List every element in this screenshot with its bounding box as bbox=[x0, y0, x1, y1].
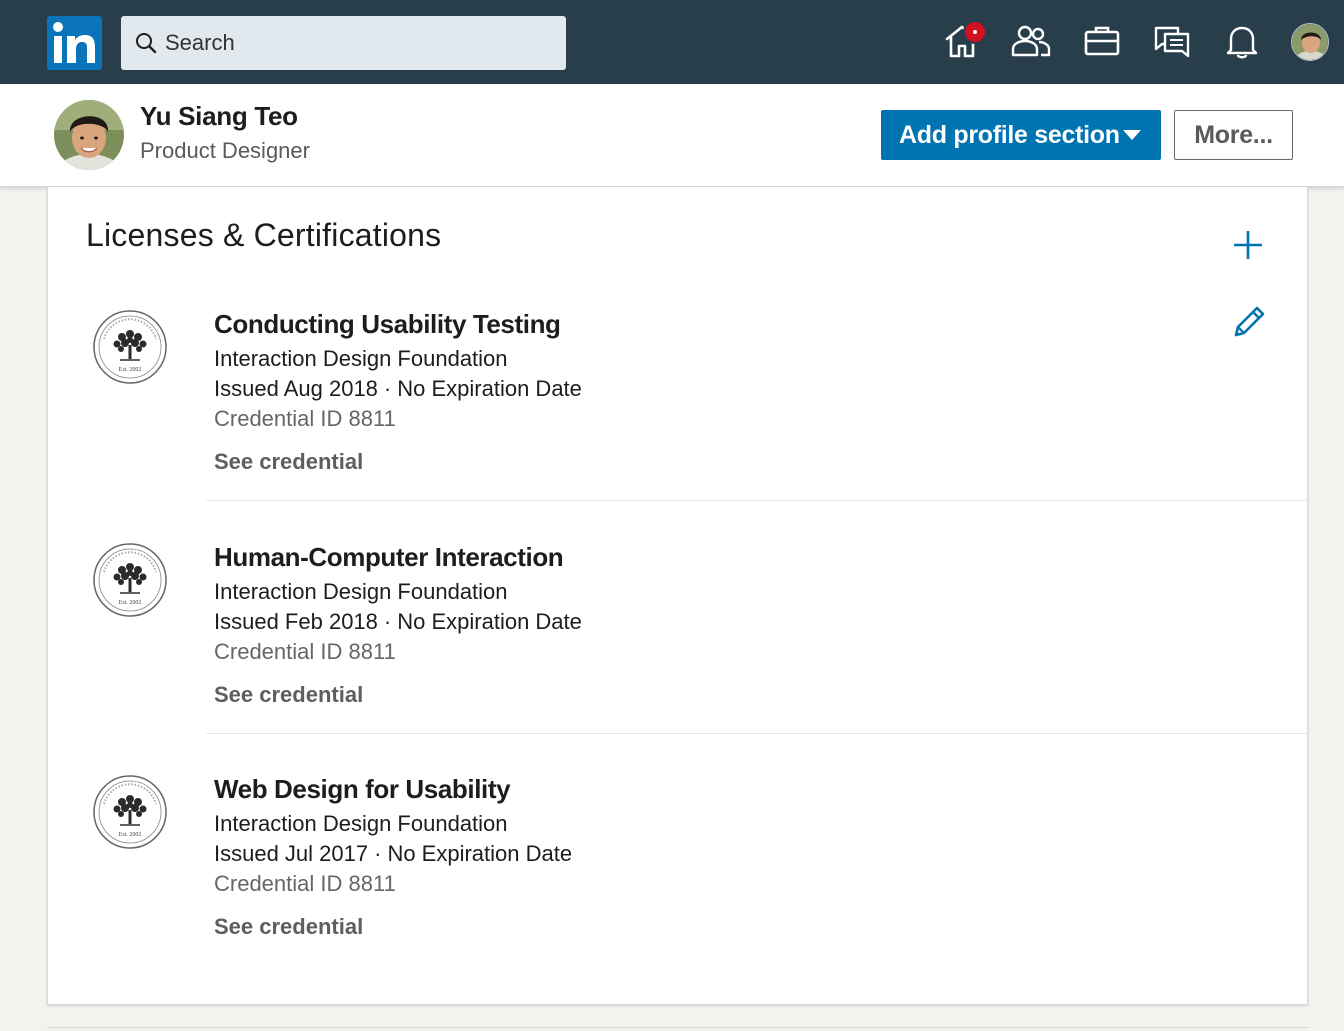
issue-date: Issued Aug 2018 · No Expiration Date bbox=[214, 376, 582, 402]
certification-item: Est. 2002 Web Design for Usability Inter… bbox=[48, 774, 1309, 1006]
search-icon bbox=[136, 33, 157, 54]
linkedin-logo[interactable] bbox=[47, 16, 102, 70]
top-navigation-bar bbox=[0, 0, 1344, 84]
chevron-down-icon bbox=[1123, 130, 1141, 140]
issued-date: Issued Aug 2018 bbox=[214, 376, 378, 401]
messaging-icon[interactable] bbox=[1153, 22, 1191, 60]
credential-id: Credential ID 8811 bbox=[214, 406, 396, 431]
issuing-organization: Interaction Design Foundation bbox=[214, 346, 508, 371]
certification-title: Web Design for Usability bbox=[214, 774, 511, 804]
section-title: Licenses & Certifications bbox=[86, 217, 442, 253]
more-button[interactable]: More... bbox=[1174, 110, 1293, 160]
issued-date: Issued Feb 2018 bbox=[214, 609, 378, 634]
separator: · bbox=[374, 841, 382, 866]
jobs-icon[interactable] bbox=[1083, 22, 1121, 60]
network-icon[interactable] bbox=[1011, 22, 1051, 60]
see-credential-link[interactable]: See credential bbox=[214, 914, 363, 940]
next-section-edge bbox=[47, 1027, 1308, 1028]
logo-caption: Est. 2002 bbox=[119, 600, 142, 606]
separator: · bbox=[383, 376, 392, 401]
see-credential-link[interactable]: See credential bbox=[214, 682, 363, 708]
see-credential-link[interactable]: See credential bbox=[214, 449, 363, 475]
credential-id: Credential ID 8811 bbox=[214, 871, 396, 896]
divider bbox=[206, 733, 1309, 734]
issued-date: Issued Jul 2017 bbox=[214, 841, 369, 866]
search-box[interactable] bbox=[121, 16, 566, 70]
separator: · bbox=[383, 609, 392, 634]
profile-name: Yu Siang Teo bbox=[140, 101, 298, 131]
divider bbox=[206, 500, 1309, 501]
me-avatar[interactable] bbox=[1291, 23, 1329, 61]
expiration-date: No Expiration Date bbox=[397, 609, 582, 634]
expiration-date: No Expiration Date bbox=[387, 841, 573, 866]
search-input[interactable] bbox=[165, 16, 555, 70]
issuing-organization: Interaction Design Foundation bbox=[214, 811, 508, 836]
notifications-icon[interactable] bbox=[1223, 22, 1261, 60]
profile-header: Yu Siang Teo Product Designer Add profil… bbox=[0, 84, 1344, 187]
licenses-certifications-section: Licenses & Certifications Est. 2002 Cond… bbox=[47, 187, 1309, 1006]
issue-date: Issued Jul 2017 · No Expiration Date bbox=[214, 841, 572, 867]
notification-badge bbox=[963, 20, 987, 44]
profile-photo[interactable] bbox=[54, 100, 124, 170]
organization-logo[interactable]: Est. 2002 bbox=[92, 542, 168, 618]
certification-title: Conducting Usability Testing bbox=[214, 309, 561, 339]
certification-title: Human-Computer Interaction bbox=[214, 542, 564, 572]
organization-logo[interactable]: Est. 2002 bbox=[92, 309, 168, 385]
certification-item: Est. 2002 Human-Computer Interaction Int… bbox=[48, 542, 1309, 774]
organization-logo[interactable]: Est. 2002 bbox=[92, 774, 168, 850]
certification-item: Est. 2002 Conducting Usability Testing I… bbox=[48, 309, 1309, 541]
profile-headline: Product Designer bbox=[140, 138, 310, 163]
add-profile-section-button[interactable]: Add profile section bbox=[881, 110, 1161, 160]
issue-date: Issued Feb 2018 · No Expiration Date bbox=[214, 609, 582, 635]
logo-caption: Est. 2002 bbox=[119, 367, 142, 373]
expiration-date: No Expiration Date bbox=[397, 376, 582, 401]
credential-id: Credential ID 8811 bbox=[214, 639, 396, 664]
add-profile-section-label: Add profile section bbox=[899, 120, 1120, 149]
logo-caption: Est. 2002 bbox=[119, 832, 142, 838]
add-icon[interactable] bbox=[1232, 229, 1264, 261]
issuing-organization: Interaction Design Foundation bbox=[214, 579, 508, 604]
